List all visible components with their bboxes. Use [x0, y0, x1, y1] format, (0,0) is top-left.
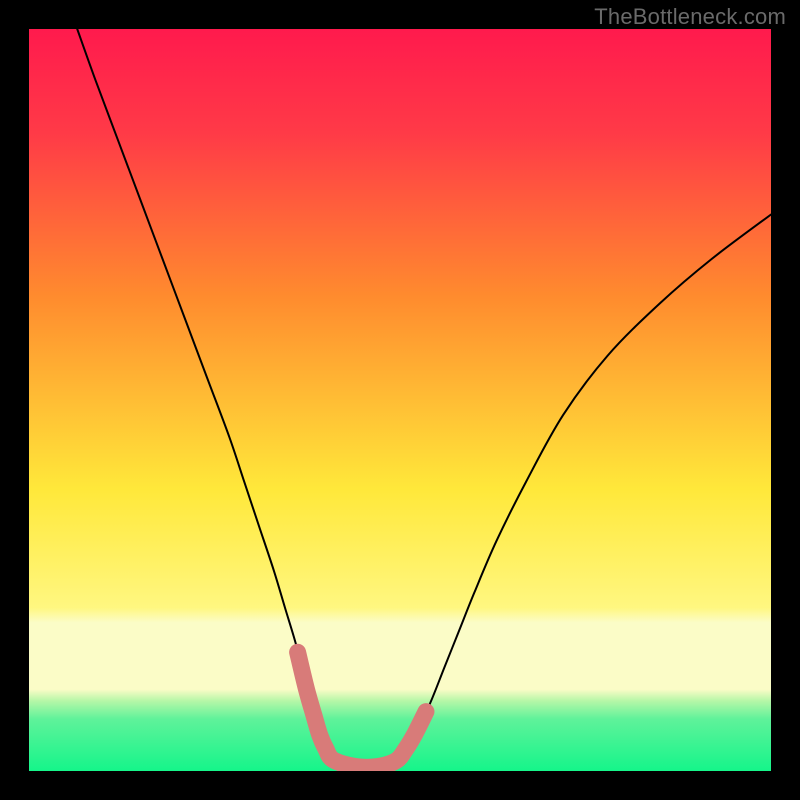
chart-background [29, 29, 771, 771]
chart-frame: TheBottleneck.com [0, 0, 800, 800]
chart-svg [29, 29, 771, 771]
plot-area [29, 29, 771, 771]
watermark-text: TheBottleneck.com [594, 4, 786, 30]
